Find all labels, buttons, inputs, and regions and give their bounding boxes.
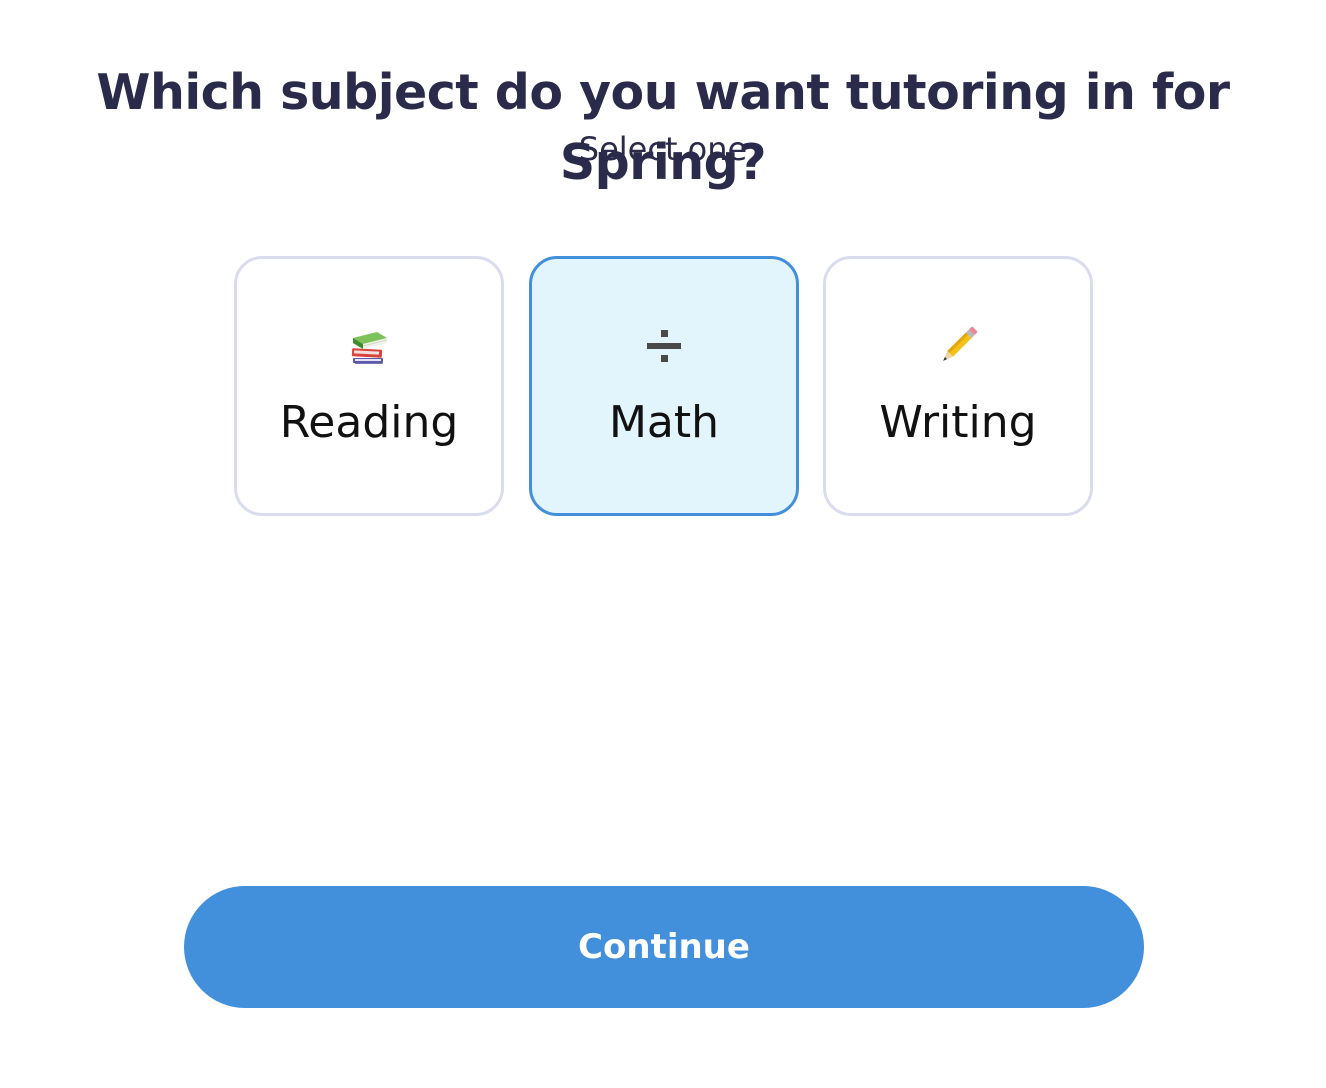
subject-options: Reading Math Writing <box>234 256 1094 516</box>
page-subtitle: Select one <box>578 130 748 168</box>
option-math-label: Math <box>608 397 720 448</box>
continue-button[interactable]: Continue <box>184 886 1144 1008</box>
pencil-icon <box>826 321 1090 371</box>
division-sign-icon <box>532 321 796 371</box>
books-icon <box>237 321 501 371</box>
option-math[interactable]: Math <box>529 256 799 516</box>
subject-selection-screen: Which subject do you want tutoring in fo… <box>0 0 1326 1088</box>
option-writing[interactable]: Writing <box>823 256 1093 516</box>
option-reading-label: Reading <box>279 397 459 448</box>
option-writing-label: Writing <box>879 397 1037 448</box>
option-reading[interactable]: Reading <box>234 256 504 516</box>
